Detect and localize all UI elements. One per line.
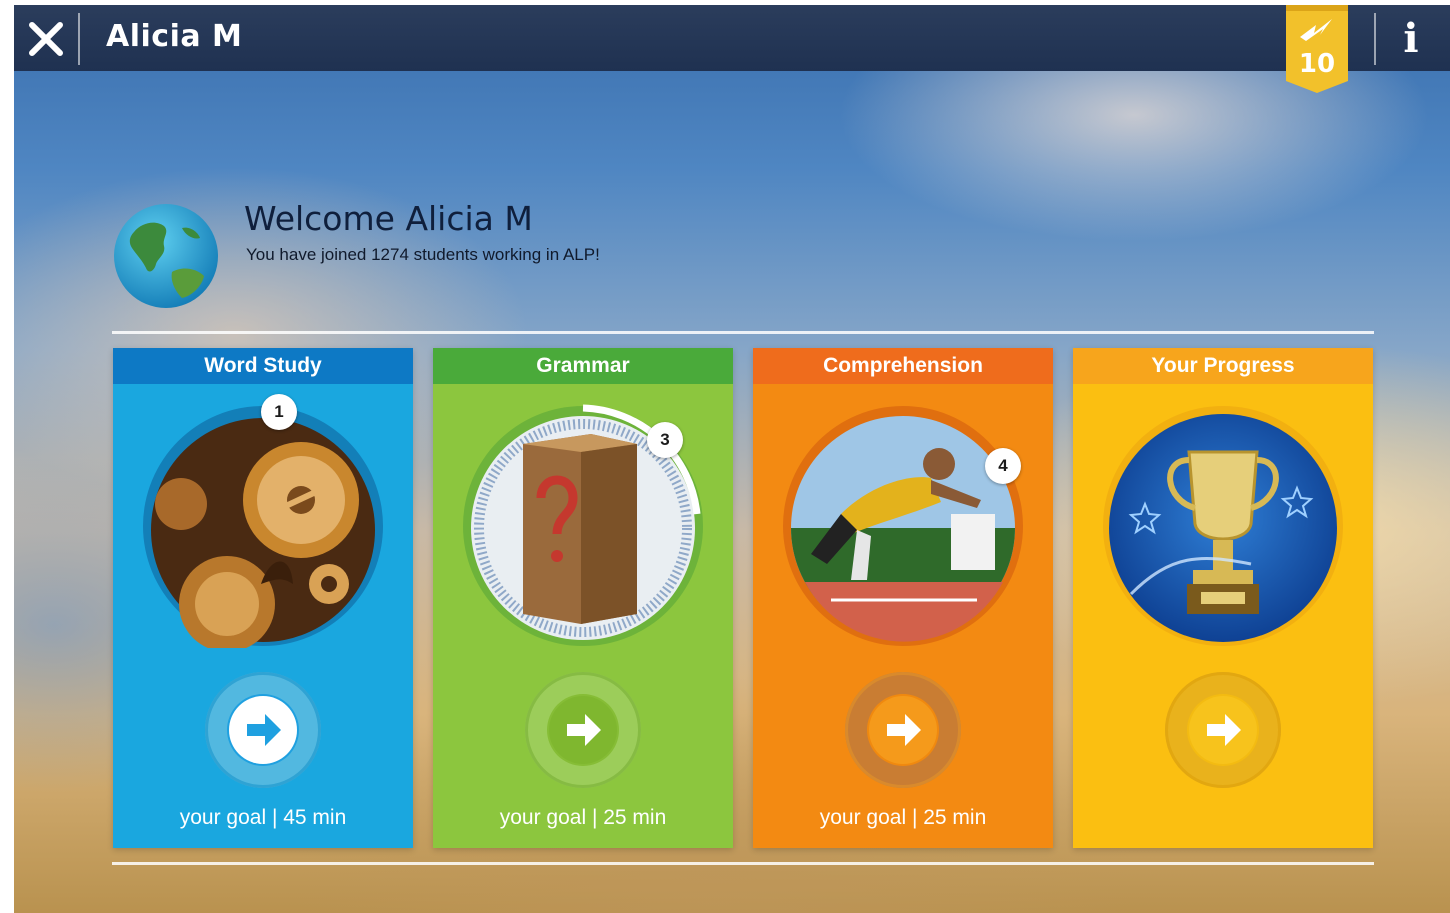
card-title: Comprehension bbox=[753, 348, 1053, 384]
card-title: Word Study bbox=[113, 348, 413, 384]
card-goal: your goal | 25 min bbox=[819, 806, 987, 829]
arrow-right-icon bbox=[229, 696, 297, 764]
gears-image bbox=[143, 406, 383, 648]
arrow-right-icon bbox=[549, 696, 617, 764]
go-button[interactable] bbox=[205, 672, 321, 788]
arrow-right-icon bbox=[869, 696, 937, 764]
step-badge: 1 bbox=[261, 394, 297, 430]
go-button[interactable] bbox=[1165, 672, 1281, 788]
go-button[interactable] bbox=[845, 672, 961, 788]
divider bbox=[78, 13, 80, 65]
score-value: 10 bbox=[1298, 49, 1336, 79]
divider bbox=[112, 331, 1374, 334]
card-title: Grammar bbox=[433, 348, 733, 384]
card-title: Your Progress bbox=[1073, 348, 1373, 384]
user-name: Alicia M bbox=[106, 19, 243, 54]
card-comprehension[interactable]: Comprehension 4 your goal | 25 min bbox=[753, 348, 1053, 848]
info-icon: i bbox=[1403, 15, 1419, 62]
globe-icon bbox=[114, 204, 218, 308]
divider bbox=[112, 862, 1374, 865]
go-button[interactable] bbox=[525, 672, 641, 788]
arrow-right-icon bbox=[1189, 696, 1257, 764]
card-goal: your goal | 25 min bbox=[499, 806, 667, 829]
card-goal: your goal | 45 min bbox=[179, 806, 347, 829]
app-screen: Alicia M 10 i Welcome Alicia M You have … bbox=[14, 5, 1450, 913]
step-badge: 4 bbox=[985, 448, 1021, 484]
welcome-title: Welcome Alicia M bbox=[244, 199, 533, 238]
close-button[interactable] bbox=[24, 17, 68, 61]
top-bar: Alicia M 10 i bbox=[14, 5, 1450, 93]
step-badge: 3 bbox=[647, 422, 683, 458]
close-icon bbox=[29, 22, 63, 56]
welcome-subtitle: You have joined 1274 students working in… bbox=[246, 245, 600, 264]
sprinter-image bbox=[783, 406, 1023, 646]
trophy-image bbox=[1103, 406, 1343, 646]
divider bbox=[1374, 13, 1376, 65]
card-your-progress[interactable]: Your Progress bbox=[1073, 348, 1373, 848]
info-button[interactable]: i bbox=[1396, 15, 1426, 63]
card-word-study[interactable]: Word Study 1 your goal | 45 min bbox=[113, 348, 413, 848]
score-badge[interactable]: 10 bbox=[1286, 5, 1348, 93]
card-grammar[interactable]: Grammar 3 your goal | 25 min bbox=[433, 348, 733, 848]
